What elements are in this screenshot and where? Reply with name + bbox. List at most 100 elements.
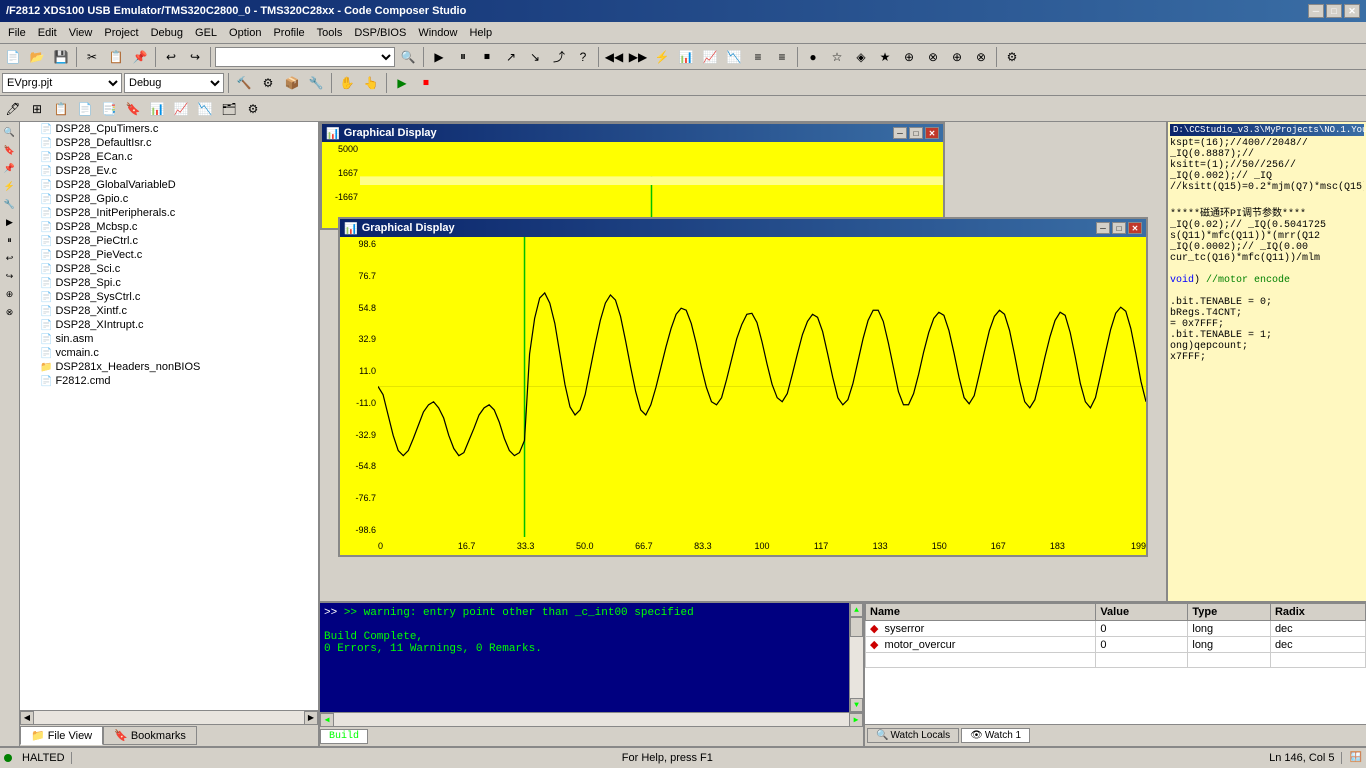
lt-2[interactable]: 🔖 bbox=[2, 142, 18, 158]
tb5-1[interactable]: ▶ bbox=[428, 46, 450, 68]
tb5-4[interactable]: ↗ bbox=[500, 46, 522, 68]
tab-file-view[interactable]: 📁 File View bbox=[20, 726, 103, 745]
menu-view[interactable]: View bbox=[63, 25, 99, 41]
new-btn[interactable]: 📄 bbox=[2, 46, 24, 68]
tree-item-DSP28_PieVect[interactable]: 📄 DSP28_PieVect.c bbox=[20, 248, 318, 262]
lt-5[interactable]: 🔧 bbox=[2, 196, 18, 212]
search-dropdown[interactable] bbox=[215, 47, 395, 67]
maximize-button[interactable]: □ bbox=[1326, 4, 1342, 18]
tb5-6[interactable]: ⤴ bbox=[548, 46, 570, 68]
tree-item-DSP28_SysCtrl[interactable]: 📄 DSP28_SysCtrl.c bbox=[20, 290, 318, 304]
tb7-7[interactable]: ⊕ bbox=[946, 46, 968, 68]
config-dropdown[interactable]: Debug bbox=[124, 73, 224, 93]
tb7-6[interactable]: ⊗ bbox=[922, 46, 944, 68]
tb6-7[interactable]: ≡ bbox=[747, 46, 769, 68]
lt-3[interactable]: 📌 bbox=[2, 160, 18, 176]
tb6-3[interactable]: ⚡ bbox=[651, 46, 673, 68]
paste-btn[interactable]: 📌 bbox=[129, 46, 151, 68]
graph1-min-btn[interactable]: ─ bbox=[893, 127, 907, 139]
scroll-up-btn[interactable]: ▲ bbox=[850, 603, 863, 617]
tb5-2[interactable]: ⏸ bbox=[452, 46, 474, 68]
tb6-5[interactable]: 📈 bbox=[699, 46, 721, 68]
console-hscroll[interactable]: ◀ ▶ bbox=[320, 712, 863, 726]
console-scroll[interactable]: ▲ ▼ bbox=[849, 603, 863, 712]
lt-11[interactable]: ⊗ bbox=[2, 304, 18, 320]
tree-item-DSP28_DefaultIsr[interactable]: 📄 DSP28_DefaultIsr.c bbox=[20, 136, 318, 150]
t3-5[interactable]: 📑 bbox=[98, 98, 120, 120]
menu-dspbios[interactable]: DSP/BIOS bbox=[348, 25, 412, 41]
cut-btn[interactable]: ✂ bbox=[81, 46, 103, 68]
t3-4[interactable]: 📄 bbox=[74, 98, 96, 120]
lt-6[interactable]: ▶ bbox=[2, 214, 18, 230]
tb6-8[interactable]: ≡ bbox=[771, 46, 793, 68]
t3-7[interactable]: 📊 bbox=[146, 98, 168, 120]
menu-tools[interactable]: Tools bbox=[311, 25, 349, 41]
minimize-button[interactable]: ─ bbox=[1308, 4, 1324, 18]
hscroll-right-btn[interactable]: ▶ bbox=[849, 713, 863, 727]
project-dropdown[interactable]: EVprg.pjt bbox=[2, 73, 122, 93]
tb5-3[interactable]: ⏹ bbox=[476, 46, 498, 68]
menu-help[interactable]: Help bbox=[463, 25, 498, 41]
menu-project[interactable]: Project bbox=[98, 25, 144, 41]
lt-4[interactable]: ⚡ bbox=[2, 178, 18, 194]
sidebar-hscroll[interactable]: ◀ ▶ bbox=[20, 710, 318, 724]
lt-1[interactable]: 🔍 bbox=[2, 124, 18, 140]
hand-btn1[interactable]: ✋ bbox=[336, 72, 358, 94]
t3-2[interactable]: ⊞ bbox=[26, 98, 48, 120]
t3-8[interactable]: 📈 bbox=[170, 98, 192, 120]
redo-btn[interactable]: ↪ bbox=[184, 46, 206, 68]
tab-watch-locals[interactable]: 🔍 Watch Locals bbox=[867, 728, 959, 743]
tab-bookmark[interactable]: 🔖 Bookmarks bbox=[103, 726, 197, 745]
tb6-2[interactable]: ▶▶ bbox=[627, 46, 649, 68]
stop-btn[interactable]: ⏹ bbox=[415, 72, 437, 94]
tree-item-DSP28_Ev[interactable]: 📄 DSP28_Ev.c bbox=[20, 164, 318, 178]
tb6-6[interactable]: 📉 bbox=[723, 46, 745, 68]
scroll-right-btn[interactable]: ▶ bbox=[304, 711, 318, 725]
tb7-1[interactable]: ● bbox=[802, 46, 824, 68]
gear-btn[interactable]: ⚙ bbox=[1001, 46, 1023, 68]
graph1-close-btn[interactable]: ✕ bbox=[925, 127, 939, 139]
graph1-max-btn[interactable]: □ bbox=[909, 127, 923, 139]
undo-btn[interactable]: ↩ bbox=[160, 46, 182, 68]
t3-1[interactable]: 🖊 bbox=[2, 98, 24, 120]
hand-btn2[interactable]: 👆 bbox=[360, 72, 382, 94]
lt-8[interactable]: ↩ bbox=[2, 250, 18, 266]
menu-window[interactable]: Window bbox=[412, 25, 463, 41]
menu-option[interactable]: Option bbox=[223, 25, 267, 41]
find-btn[interactable]: 🔍 bbox=[397, 46, 419, 68]
file-tree[interactable]: 📄 DSP28_CpuTimers.c 📄 DSP28_DefaultIsr.c… bbox=[20, 122, 318, 710]
tree-item-vcmain[interactable]: 📄 vcmain.c bbox=[20, 346, 318, 360]
t3-6[interactable]: 🔖 bbox=[122, 98, 144, 120]
lt-7[interactable]: ⏸ bbox=[2, 232, 18, 248]
lt-9[interactable]: ↪ bbox=[2, 268, 18, 284]
scroll-left-btn[interactable]: ◀ bbox=[20, 711, 34, 725]
proj-btn2[interactable]: ⚙ bbox=[257, 72, 279, 94]
tree-item-DSP281x_Headers[interactable]: 📁 DSP281x_Headers_nonBIOS bbox=[20, 360, 318, 374]
menu-debug[interactable]: Debug bbox=[145, 25, 189, 41]
lt-10[interactable]: ⊕ bbox=[2, 286, 18, 302]
menu-file[interactable]: File bbox=[2, 25, 32, 41]
graph2-close-btn[interactable]: ✕ bbox=[1128, 222, 1142, 234]
proj-btn1[interactable]: 🔨 bbox=[233, 72, 255, 94]
proj-btn4[interactable]: 🔧 bbox=[305, 72, 327, 94]
tree-item-DSP28_InitPeripherals[interactable]: 📄 DSP28_InitPeripherals.c bbox=[20, 206, 318, 220]
menu-gel[interactable]: GEL bbox=[189, 25, 223, 41]
menu-profile[interactable]: Profile bbox=[267, 25, 310, 41]
tree-item-DSP28_XIntrupt[interactable]: 📄 DSP28_XIntrupt.c bbox=[20, 318, 318, 332]
t3-10[interactable]: 🗂 bbox=[218, 98, 240, 120]
tree-item-DSP28_Gpio[interactable]: 📄 DSP28_Gpio.c bbox=[20, 192, 318, 206]
graph2-min-btn[interactable]: ─ bbox=[1096, 222, 1110, 234]
tb7-8[interactable]: ⊗ bbox=[970, 46, 992, 68]
t3-3[interactable]: 📋 bbox=[50, 98, 72, 120]
menu-edit[interactable]: Edit bbox=[32, 25, 63, 41]
proj-btn3[interactable]: 📦 bbox=[281, 72, 303, 94]
tree-item-DSP28_Mcbsp[interactable]: 📄 DSP28_Mcbsp.c bbox=[20, 220, 318, 234]
run-btn[interactable]: ▶ bbox=[391, 72, 413, 94]
tab-watch-1[interactable]: 👁 Watch 1 bbox=[961, 728, 1030, 743]
tb7-4[interactable]: ★ bbox=[874, 46, 896, 68]
tab-build[interactable]: Build bbox=[320, 729, 368, 744]
tb6-1[interactable]: ◀◀ bbox=[603, 46, 625, 68]
t3-11[interactable]: ⚙ bbox=[242, 98, 264, 120]
tree-item-sin-asm[interactable]: 📄 sin.asm bbox=[20, 332, 318, 346]
tb7-2[interactable]: ☆ bbox=[826, 46, 848, 68]
